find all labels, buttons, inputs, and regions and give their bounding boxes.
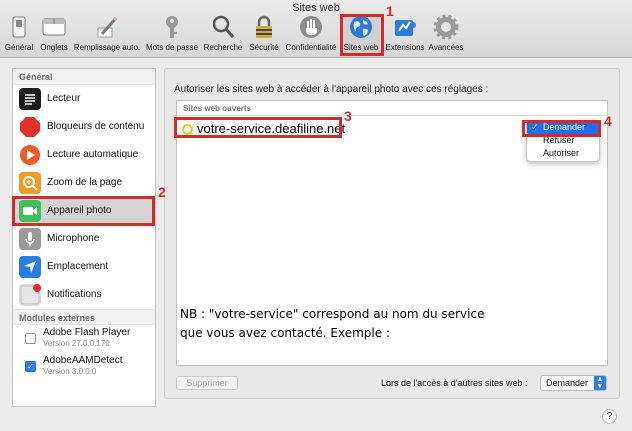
sidebar-general-header: Général <box>13 69 155 85</box>
play-icon <box>19 144 41 166</box>
location-icon <box>19 256 41 278</box>
tab-passwords[interactable]: Mots de passe <box>144 14 200 56</box>
sidebar-item-microphone[interactable]: Microphone <box>13 225 155 253</box>
sidebar-item-page-zoom[interactable]: Zoom de la page <box>13 169 155 197</box>
notifications-icon <box>19 284 41 306</box>
plugin-flash-checkbox[interactable] <box>25 333 36 344</box>
other-sites-label: Lors de l'accès à d'autres sites web : <box>381 378 528 388</box>
sidebar-item-reader[interactable]: Lecteur <box>13 85 155 113</box>
help-button[interactable]: ? <box>602 409 617 424</box>
gear-icon <box>433 14 459 40</box>
switch-icon <box>12 16 26 38</box>
key-icon <box>166 16 178 38</box>
tab-tabs[interactable]: Onglets <box>38 14 70 56</box>
tabs-icon <box>42 18 66 36</box>
plugin-aamdetect: ✓ AdobeAAMDetect Version 3.0.0.0 <box>13 353 155 381</box>
sidebar-item-location[interactable]: Emplacement <box>13 253 155 281</box>
magnifier-icon <box>212 15 235 38</box>
delete-button[interactable]: Supprimer <box>176 376 238 390</box>
hand-icon <box>300 16 322 38</box>
tab-security[interactable]: Sécurité <box>247 14 281 56</box>
annotation-box-4 <box>522 120 601 137</box>
settings-prompt: Autoriser les sites web à accéder à l'ap… <box>174 84 489 95</box>
stop-icon <box>19 116 41 138</box>
plugin-flash: Adobe Flash Player Version 27.0.0.170 <box>13 325 155 353</box>
annotation-number-4: 4 <box>604 113 612 129</box>
zoom-icon <box>19 172 41 194</box>
other-sites-select[interactable]: Demander ▲ ▼ <box>540 375 607 391</box>
lock-icon <box>256 15 272 38</box>
annotation-number-1: 1 <box>386 3 394 19</box>
window-title: Sites web <box>292 2 340 14</box>
annotation-box-1 <box>340 14 384 56</box>
annotation-box-2 <box>12 196 155 226</box>
sidebar-plugins-header: Modules externes <box>13 309 155 325</box>
sidebar: Général Lecteur Bloqueurs de contenu Lec… <box>12 68 156 407</box>
plugin-aamdetect-checkbox[interactable]: ✓ <box>25 361 36 372</box>
annotation-number-3: 3 <box>344 108 352 124</box>
sidebar-item-content-blockers[interactable]: Bloqueurs de contenu <box>13 113 155 141</box>
tab-general[interactable]: Général <box>2 14 36 56</box>
sidebar-item-autoplay[interactable]: Lecture automatique <box>13 141 155 169</box>
list-header: Sites web ouverts <box>177 101 607 116</box>
tab-advanced[interactable]: Avancées <box>426 14 466 56</box>
pencil-icon <box>97 16 118 38</box>
microphone-icon <box>19 228 41 250</box>
sidebar-item-notifications[interactable]: Notifications <box>13 281 155 309</box>
tab-privacy[interactable]: Confidentialité <box>283 14 339 56</box>
option-allow[interactable]: Autoriser <box>527 147 599 160</box>
chevron-updown-icon: ▲ ▼ <box>594 376 606 390</box>
tab-search[interactable]: Recherche <box>203 14 243 56</box>
instruction-note: NB : "votre-service" correspond au nom d… <box>180 307 485 340</box>
puzzle-icon <box>395 20 416 36</box>
tab-extensions[interactable]: Extensions <box>383 14 427 56</box>
annotation-box-3 <box>174 117 342 138</box>
toolbar: Sites web Général Onglets Remplissage au… <box>0 0 632 58</box>
tab-autofill[interactable]: Remplissage auto. <box>72 14 142 56</box>
reader-icon <box>19 88 41 110</box>
annotation-number-2: 2 <box>158 184 166 200</box>
